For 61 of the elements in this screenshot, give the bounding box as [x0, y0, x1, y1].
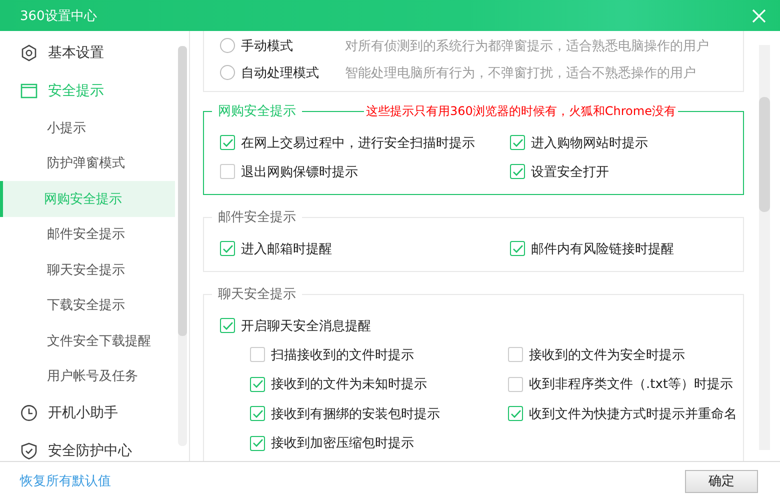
scrollbar-thumb[interactable]: [178, 46, 187, 336]
clock-icon: [20, 404, 38, 422]
close-icon[interactable]: [752, 8, 766, 22]
sidebar-subitem[interactable]: 下载安全提示: [0, 288, 175, 323]
sidebar-item-label: 安全防护中心: [48, 442, 132, 460]
sidebar-subitem[interactable]: 邮件安全提示: [0, 216, 175, 252]
sidebar-item[interactable]: 开机小助手: [0, 394, 175, 432]
window-title: 360设置中心: [20, 8, 97, 24]
scrollbar-thumb[interactable]: [759, 97, 770, 212]
checkbox[interactable]: [510, 164, 525, 179]
group-title: 邮件安全提示: [212, 209, 302, 226]
sidebar-subitem[interactable]: 文件安全下载提醒: [0, 323, 175, 358]
checkbox[interactable]: [250, 436, 265, 451]
sidebar-item-label: 开机小助手: [48, 404, 118, 422]
radio-button[interactable]: [220, 65, 235, 80]
radio-label: 自动处理模式: [241, 64, 320, 82]
checkbox[interactable]: [508, 406, 523, 422]
window-icon: [20, 82, 38, 100]
sidebar-item[interactable]: 安全防护中心: [0, 432, 175, 461]
checkbox[interactable]: [510, 135, 525, 150]
radio-label: 手动模式: [241, 38, 294, 54]
checkbox[interactable]: [220, 135, 235, 150]
checkbox-label: 退出网购保镖时提示: [241, 164, 358, 180]
checkbox-label: 收到非程序类文件（.txt等）时提示: [529, 376, 734, 394]
checkbox-label: 在网上交易过程中，进行安全扫描时提示: [241, 134, 475, 152]
checkbox[interactable]: [220, 318, 235, 333]
radio-button[interactable]: [220, 38, 235, 53]
group-title: 网购安全提示: [212, 103, 302, 120]
mode-description: 对所有侦测到的系统行为都弹窗提示，适合熟悉电脑操作的用户: [345, 38, 709, 54]
settings-icon: [20, 44, 38, 62]
checkbox[interactable]: [250, 406, 265, 422]
sidebar-subitem[interactable]: 聊天安全提示: [0, 252, 175, 288]
checkbox-label: 开启聊天安全消息提醒: [241, 318, 371, 334]
checkbox-label: 接收到的文件为未知时提示: [271, 376, 427, 394]
sidebar-item-label: 基本设置: [48, 44, 104, 62]
checkbox-label: 接收到有捆绑的安装包时提示: [271, 406, 440, 423]
ok-button[interactable]: 确定: [685, 470, 758, 492]
annotation-note: 这些提示只有用360浏览器的时候有，火狐和Chrome没有: [364, 103, 678, 120]
checkbox[interactable]: [250, 376, 265, 392]
checkbox[interactable]: [220, 241, 235, 256]
mode-description: 智能处理电脑所有行为，不弹窗打扰，适合不熟悉操作的用户: [345, 64, 696, 82]
checkbox-label: 进入邮箱时提醒: [241, 240, 332, 258]
checkbox-label: 收到文件为快捷方式时提示并重命名: [529, 406, 737, 423]
checkbox-label: 接收到的文件为安全时提示: [529, 346, 685, 364]
checkbox-label: 邮件内有风险链接时提醒: [531, 240, 674, 258]
checkbox-label: 接收到加密压缩包时提示: [271, 435, 414, 452]
sidebar-item[interactable]: 基本设置: [0, 34, 175, 72]
sidebar-subitem[interactable]: 小提示: [0, 110, 175, 146]
checkbox-label: 扫描接收到的文件时提示: [271, 346, 414, 364]
checkbox-label: 设置安全打开: [531, 164, 609, 180]
shield-icon: [20, 442, 38, 460]
checkbox[interactable]: [220, 164, 235, 179]
sidebar-subitem[interactable]: 防护弹窗模式: [0, 146, 175, 181]
sidebar-subitem[interactable]: 用户帐号及任务: [0, 358, 175, 394]
checkbox-label: 进入购物网站时提示: [531, 134, 648, 152]
checkbox[interactable]: [510, 241, 525, 256]
checkbox[interactable]: [508, 347, 523, 362]
checkbox[interactable]: [508, 376, 523, 392]
group-title: 聊天安全提示: [212, 286, 302, 303]
checkbox[interactable]: [250, 347, 265, 362]
sidebar-item-label: 安全提示: [48, 82, 104, 100]
